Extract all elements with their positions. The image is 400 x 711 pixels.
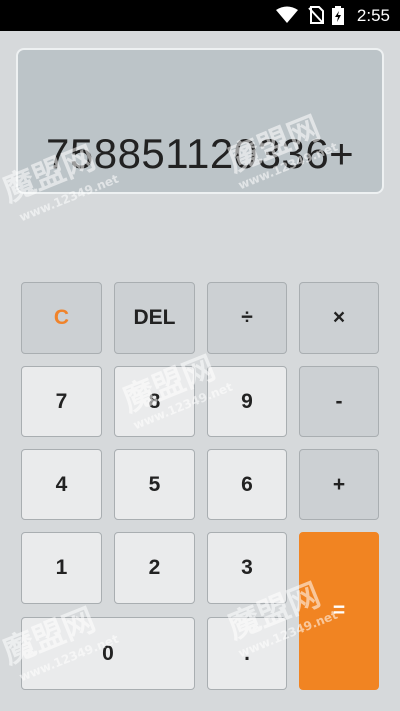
digit-8-button[interactable]: 8 [114, 366, 195, 437]
digit-0-button[interactable]: 0 [21, 617, 195, 690]
result-display: 758851120336+ [16, 48, 384, 194]
delete-button[interactable]: DEL [114, 282, 195, 354]
minus-button[interactable]: - [299, 366, 379, 437]
display-expression: 758851120336+ [46, 130, 355, 177]
digit-4-button[interactable]: 4 [21, 449, 102, 520]
digit-2-button[interactable]: 2 [114, 532, 195, 604]
digit-5-button[interactable]: 5 [114, 449, 195, 520]
calculator-app: 758851120336+ C DEL ÷ × 7 8 9 - 4 5 6 + … [0, 31, 400, 711]
digit-1-button[interactable]: 1 [21, 532, 102, 604]
status-bar: 2:55 [0, 0, 400, 31]
clear-button[interactable]: C [21, 282, 102, 354]
wifi-icon [276, 6, 298, 29]
digit-9-button[interactable]: 9 [207, 366, 287, 437]
decimal-point-button[interactable]: . [207, 617, 287, 690]
equals-button[interactable]: = [299, 532, 379, 690]
digit-7-button[interactable]: 7 [21, 366, 102, 437]
status-time: 2:55 [356, 6, 390, 25]
plus-button[interactable]: + [299, 449, 379, 520]
multiply-button[interactable]: × [299, 282, 379, 354]
battery-charging-icon [332, 6, 344, 30]
digit-3-button[interactable]: 3 [207, 532, 287, 604]
divide-button[interactable]: ÷ [207, 282, 287, 354]
no-sim-icon [308, 6, 324, 29]
digit-6-button[interactable]: 6 [207, 449, 287, 520]
